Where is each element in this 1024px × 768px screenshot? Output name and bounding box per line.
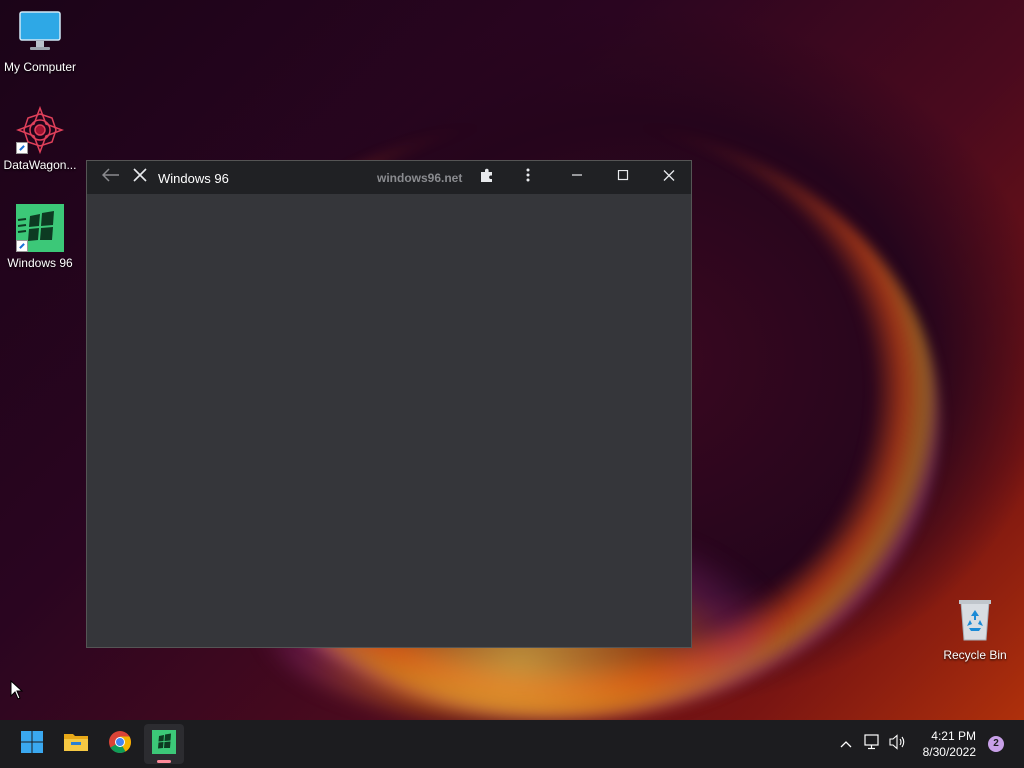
show-hidden-icons-button[interactable] xyxy=(836,734,856,754)
taskbar-clock[interactable]: 4:21 PM 8/30/2022 xyxy=(923,728,976,760)
maximize-icon xyxy=(617,169,629,187)
desktop-icon-recycle-bin[interactable]: Recycle Bin xyxy=(935,596,1015,662)
close-icon xyxy=(663,169,675,187)
desktop-icon-label: Recycle Bin xyxy=(943,648,1007,662)
mouse-cursor-icon xyxy=(10,679,24,705)
app-window[interactable]: Windows 96 windows96.net xyxy=(86,160,692,648)
clock-date: 8/30/2022 xyxy=(922,745,976,759)
start-button[interactable] xyxy=(12,724,52,764)
windows96-icon xyxy=(16,204,64,252)
maximize-button[interactable] xyxy=(603,161,643,194)
windows-start-icon xyxy=(20,730,44,759)
window-title: Windows 96 xyxy=(158,171,229,186)
chevron-up-icon xyxy=(840,735,852,753)
speaker-icon xyxy=(889,733,907,755)
taskbar-chrome[interactable] xyxy=(100,724,140,764)
window-content[interactable] xyxy=(87,194,691,647)
stop-button[interactable] xyxy=(120,161,160,194)
volume-button[interactable] xyxy=(888,733,908,755)
active-app-indicator xyxy=(157,760,171,763)
monitor-icon xyxy=(16,8,64,56)
close-button[interactable] xyxy=(649,161,689,194)
network-button[interactable] xyxy=(862,733,882,755)
minimize-icon xyxy=(571,169,583,187)
minimize-button[interactable] xyxy=(557,161,597,194)
datawagon-icon xyxy=(15,105,65,155)
chrome-icon xyxy=(108,730,132,759)
clock-time: 4:21 PM xyxy=(931,729,976,743)
desktop-icon-datawagon[interactable]: DataWagon... xyxy=(0,105,80,172)
recycle-bin-icon xyxy=(951,596,999,644)
window-url: windows96.net xyxy=(377,171,463,185)
desktop-icon-my-computer[interactable]: My Computer xyxy=(0,8,80,74)
windows96-icon xyxy=(152,729,176,759)
arrow-left-icon xyxy=(101,168,120,187)
more-options-button[interactable] xyxy=(508,161,548,194)
taskbar-windows96[interactable] xyxy=(144,724,184,764)
taskbar[interactable]: 4:21 PM 8/30/2022 2 xyxy=(0,720,1024,768)
taskbar-file-explorer[interactable] xyxy=(56,724,96,764)
network-icon xyxy=(863,733,881,755)
extensions-button[interactable] xyxy=(467,161,507,194)
kebab-menu-icon xyxy=(526,167,530,188)
puzzle-icon xyxy=(479,167,495,188)
window-titlebar[interactable]: Windows 96 windows96.net xyxy=(87,161,691,194)
desktop-icon-label: Windows 96 xyxy=(7,256,73,270)
shortcut-arrow-icon xyxy=(16,142,28,154)
desktop-icon-windows96[interactable]: Windows 96 xyxy=(0,204,80,270)
x-icon xyxy=(133,168,147,187)
desktop-icon-label: DataWagon... xyxy=(3,158,77,172)
notification-badge[interactable]: 2 xyxy=(988,736,1004,752)
desktop-icon-label: My Computer xyxy=(3,60,77,74)
shortcut-arrow-icon xyxy=(16,240,28,252)
folder-icon xyxy=(63,731,89,758)
